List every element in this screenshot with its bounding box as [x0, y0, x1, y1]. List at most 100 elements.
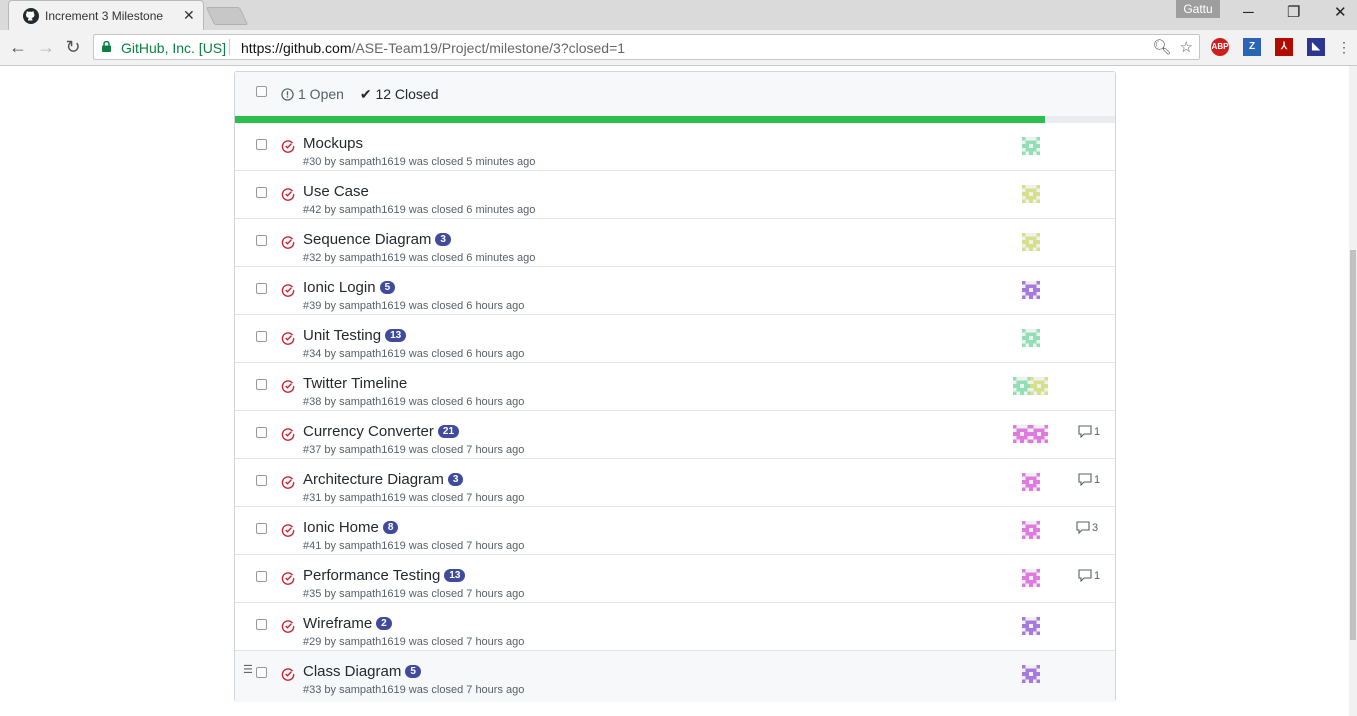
- assignee-avatar[interactable]: [1022, 617, 1040, 635]
- assignee-avatar[interactable]: [1022, 665, 1040, 683]
- issue-title[interactable]: Wireframe 2: [303, 615, 392, 632]
- issues-header: 1 Open ✔ 12 Closed: [235, 72, 1115, 116]
- issue-checkbox[interactable]: [256, 283, 267, 294]
- issue-checkbox[interactable]: [256, 235, 267, 246]
- zoom-icon[interactable]: 🔍︎: [1152, 39, 1171, 56]
- assignee-avatar[interactable]: [1022, 569, 1040, 587]
- assignee-avatar[interactable]: [1022, 233, 1040, 251]
- issue-meta: #39 by sampath1619 was closed 6 hours ag…: [303, 300, 525, 312]
- acrobat-extension-icon[interactable]: ⅄: [1275, 38, 1293, 56]
- issue-row[interactable]: Currency Converter 21 #37 by sampath1619 w…: [235, 411, 1115, 459]
- issue-row[interactable]: Unit Testing 13 #34 by sampath1619 was clo…: [235, 315, 1115, 363]
- task-count-badge: 8: [382, 521, 399, 534]
- forward-icon[interactable]: →: [36, 37, 56, 57]
- assignee-avatar[interactable]: [1022, 281, 1040, 299]
- issue-checkbox[interactable]: [256, 427, 267, 438]
- issue-title[interactable]: Class Diagram 5: [303, 663, 421, 680]
- issue-row[interactable]: Use Case #42 by sampath1619 was closed 6 …: [235, 171, 1115, 219]
- issue-title[interactable]: Performance Testing 13: [303, 567, 466, 584]
- security-org: GitHub, Inc. [US]: [121, 40, 227, 56]
- url-text[interactable]: https://github.com/ASE-Team19/Project/mi…: [241, 40, 625, 56]
- comment-count[interactable]: 1: [1078, 473, 1100, 487]
- scroll-thumb[interactable]: [1350, 250, 1356, 640]
- issue-title[interactable]: Use Case: [303, 183, 369, 200]
- issue-row[interactable]: Mockups #30 by sampath1619 was closed 5 m…: [235, 123, 1115, 171]
- url-host: https://github.com: [241, 40, 352, 56]
- assignee-avatar[interactable]: [1022, 185, 1040, 203]
- issue-title[interactable]: Ionic Home 8: [303, 519, 399, 536]
- bookmark-star-icon[interactable]: ☆: [1180, 39, 1193, 56]
- comment-count-value: 3: [1092, 522, 1099, 534]
- comment-icon: [1076, 521, 1090, 535]
- issue-checkbox[interactable]: [256, 331, 267, 342]
- closed-issue-icon: [281, 236, 295, 249]
- issue-title[interactable]: Ionic Login 5: [303, 279, 396, 296]
- assignee-avatar[interactable]: [1022, 473, 1040, 491]
- issue-title[interactable]: Sequence Diagram 3: [303, 231, 451, 248]
- issue-checkbox[interactable]: [256, 187, 267, 198]
- scrollbar[interactable]: [1349, 66, 1357, 716]
- issue-row[interactable]: Architecture Diagram 3 #31 by sampath1619 …: [235, 459, 1115, 507]
- assignee-avatar[interactable]: [1013, 425, 1031, 443]
- issue-row[interactable]: Performance Testing 13 #35 by sampath1619 …: [235, 555, 1115, 603]
- task-count-badge: 13: [444, 569, 466, 582]
- issue-title-text: Mockups: [303, 135, 364, 152]
- issue-meta: #42 by sampath1619 was closed 6 minutes …: [303, 204, 536, 216]
- page-content: 1 Open ✔ 12 Closed Mockups #30 by sampath…: [0, 66, 1357, 716]
- closed-issue-icon: [281, 332, 295, 345]
- issue-checkbox[interactable]: [256, 571, 267, 582]
- tab-close-icon[interactable]: ✕: [183, 7, 195, 23]
- issue-title[interactable]: Mockups: [303, 135, 363, 152]
- issue-checkbox[interactable]: [256, 619, 267, 630]
- assignee-avatar[interactable]: [1013, 377, 1031, 395]
- issue-row[interactable]: Ionic Home 8 #41 by sampath1619 was closed…: [235, 507, 1115, 555]
- back-icon[interactable]: ←: [8, 37, 28, 57]
- issue-checkbox[interactable]: [256, 475, 267, 486]
- issue-checkbox[interactable]: [256, 523, 267, 534]
- milestone-issues-box: 1 Open ✔ 12 Closed Mockups #30 by sampath…: [234, 71, 1116, 702]
- assignee-avatar[interactable]: [1022, 137, 1040, 155]
- assignee-avatar[interactable]: [1030, 377, 1048, 395]
- closed-issue-icon: [281, 476, 295, 489]
- comment-count[interactable]: 1: [1078, 569, 1100, 583]
- zotero-extension-icon[interactable]: Z: [1243, 38, 1261, 56]
- select-all-checkbox[interactable]: [256, 86, 267, 97]
- issue-row[interactable]: Ionic Login 5 #39 by sampath1619 was close…: [235, 267, 1115, 315]
- extension-icon[interactable]: ◣: [1307, 38, 1325, 56]
- issue-title[interactable]: Twitter Timeline: [303, 375, 407, 392]
- comment-count[interactable]: 1: [1078, 425, 1100, 439]
- issue-title[interactable]: Currency Converter 21: [303, 423, 460, 440]
- issue-meta: #30 by sampath1619 was closed 5 minutes …: [303, 156, 536, 168]
- window-close-icon[interactable]: ✕: [1334, 4, 1347, 22]
- assignee-avatar[interactable]: [1022, 521, 1040, 539]
- issue-checkbox[interactable]: [256, 379, 267, 390]
- issue-checkbox[interactable]: [256, 139, 267, 150]
- issue-title-text: Wireframe: [303, 615, 373, 632]
- task-count-badge: 2: [376, 617, 392, 630]
- task-count-badge: 5: [405, 665, 421, 678]
- adblock-extension-icon[interactable]: ABP: [1211, 38, 1229, 56]
- open-filter[interactable]: 1 Open: [281, 86, 348, 102]
- url-path: /ASE-Team19/Project/milestone/3?closed=1: [351, 40, 626, 56]
- url-divider: [229, 39, 230, 55]
- drag-handle-icon[interactable]: ☰: [243, 663, 253, 676]
- closed-filter[interactable]: ✔ 12 Closed: [360, 86, 439, 102]
- comment-count[interactable]: 3: [1076, 521, 1099, 535]
- minimize-icon[interactable]: ─: [1243, 4, 1254, 22]
- restore-icon[interactable]: ❐: [1287, 4, 1300, 22]
- issue-row[interactable]: Wireframe 2 #29 by sampath1619 was closed …: [235, 603, 1115, 651]
- browser-tab[interactable]: Increment 3 Milestone ✕: [8, 0, 204, 30]
- profile-button[interactable]: Gattu: [1176, 0, 1220, 18]
- issue-title[interactable]: Architecture Diagram 3: [303, 471, 464, 488]
- reload-icon[interactable]: ↻: [63, 37, 83, 57]
- issue-row[interactable]: Sequence Diagram 3 #32 by sampath1619 was …: [235, 219, 1115, 267]
- new-tab-button[interactable]: [205, 7, 249, 25]
- assignee-avatar[interactable]: [1030, 425, 1048, 443]
- assignee-avatar[interactable]: [1022, 329, 1040, 347]
- issue-title[interactable]: Unit Testing 13: [303, 327, 407, 344]
- address-bar[interactable]: GitHub, Inc. [US] https://github.com/ASE…: [93, 34, 1200, 60]
- issue-row[interactable]: ☰ Class Diagram 5 #33 by sampath1619 was c…: [235, 651, 1115, 702]
- menu-icon[interactable]: ⋮: [1334, 37, 1354, 57]
- issue-row[interactable]: Twitter Timeline #38 by sampath1619 was c…: [235, 363, 1115, 411]
- issue-checkbox[interactable]: [256, 667, 267, 678]
